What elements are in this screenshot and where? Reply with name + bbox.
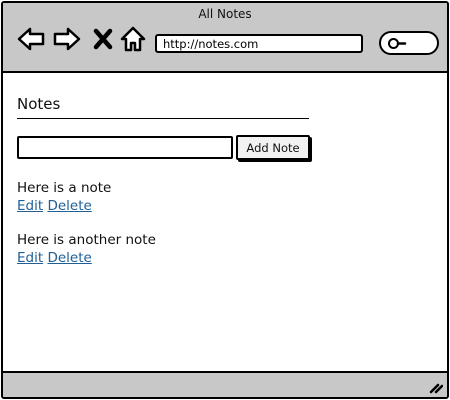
note-text: Here is a note — [17, 180, 112, 196]
list-item: Here is a note Edit Delete — [17, 179, 317, 215]
new-note-input[interactable] — [17, 136, 233, 159]
delete-link[interactable]: Delete — [47, 250, 91, 266]
arrow-right-icon — [53, 27, 81, 51]
forward-button[interactable] — [53, 25, 81, 53]
search-button[interactable] — [379, 31, 439, 55]
home-icon — [120, 26, 146, 52]
title-divider — [17, 118, 309, 119]
back-button[interactable] — [17, 25, 45, 53]
page-content: Notes Add Note Here is a note Edit Delet… — [3, 75, 447, 371]
list-item: Here is another note Edit Delete — [17, 231, 317, 267]
edit-link[interactable]: Edit — [17, 198, 43, 214]
arrow-left-icon — [17, 27, 45, 51]
note-actions: Edit Delete — [17, 249, 317, 267]
search-icon — [388, 38, 407, 49]
note-text: Here is another note — [17, 232, 156, 248]
notes-list: Here is a note Edit Delete Here is anoth… — [17, 179, 317, 283]
add-note-button[interactable]: Add Note — [236, 135, 310, 160]
resize-grip-icon[interactable] — [427, 378, 443, 394]
window-title: All Notes — [198, 7, 252, 21]
page-title: Notes — [17, 95, 61, 113]
home-button[interactable] — [119, 25, 147, 53]
delete-link[interactable]: Delete — [47, 198, 91, 214]
edit-link[interactable]: Edit — [17, 250, 43, 266]
stop-button[interactable] — [91, 25, 115, 53]
status-bar — [3, 371, 447, 397]
close-icon — [93, 28, 113, 50]
browser-window: All Notes http://notes.com Notes Add Not… — [1, 1, 449, 399]
address-bar[interactable]: http://notes.com — [155, 34, 363, 53]
browser-toolbar: All Notes http://notes.com — [3, 3, 447, 73]
note-actions: Edit Delete — [17, 197, 317, 215]
